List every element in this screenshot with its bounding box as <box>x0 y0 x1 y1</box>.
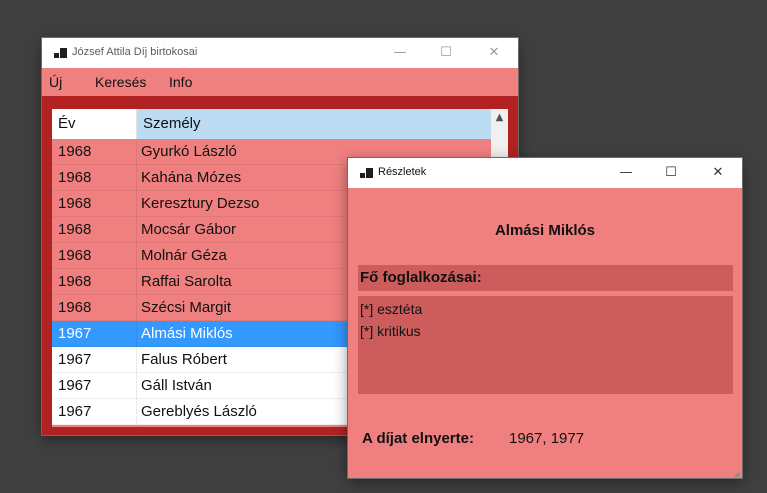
cell-ev: 1968 <box>58 169 92 186</box>
award-label: A díjat elnyerte: <box>362 430 474 447</box>
person-name: Almási Miklós <box>494 222 596 239</box>
cell-ev: 1968 <box>58 221 92 238</box>
column-divider <box>136 217 137 243</box>
menu-info[interactable]: Info <box>169 74 192 90</box>
details-window-title: Részletek <box>378 166 427 178</box>
details-body: Almási Miklós Fő foglalkozásai: [*] eszt… <box>348 188 742 478</box>
column-divider <box>136 399 137 425</box>
column-divider <box>136 269 137 295</box>
occupation-item: [*] kritikus <box>360 323 421 339</box>
main-maximize-button[interactable]: ☐ <box>424 38 468 68</box>
menu-uj[interactable]: Új <box>49 74 62 90</box>
resize-grip-icon[interactable]: ◢ <box>734 470 740 478</box>
cell-szemely: Kahána Mózes <box>141 169 242 186</box>
cell-szemely: Falus Róbert <box>141 351 227 368</box>
main-close-button[interactable]: ✕ <box>472 38 516 68</box>
column-divider <box>136 321 137 347</box>
cell-ev: 1967 <box>58 351 92 368</box>
scroll-up-arrow-icon[interactable]: ▲ <box>491 109 508 126</box>
app-icon <box>54 48 67 59</box>
occupations-header: Fő foglalkozásai: <box>358 265 733 291</box>
award-years: 1967, 1977 <box>509 430 585 447</box>
cell-ev: 1968 <box>58 273 92 290</box>
cell-szemely: Mocsár Gábor <box>141 221 237 238</box>
list-header: Év Személy <box>52 109 508 139</box>
occupations-label: Fő foglalkozásai: <box>360 269 482 286</box>
cell-szemely: Szécsi Margit <box>141 299 232 316</box>
column-header-ev[interactable]: Év <box>52 109 137 139</box>
cell-ev: 1967 <box>58 403 92 420</box>
cell-szemely: Almási Miklós <box>141 325 233 342</box>
cell-ev: 1968 <box>58 195 92 212</box>
column-divider <box>136 139 137 165</box>
menu-bar: Új Keresés Info <box>42 68 518 96</box>
cell-ev: 1968 <box>58 143 92 160</box>
cell-szemely: Raffai Sarolta <box>141 273 232 290</box>
details-title-bar[interactable]: Részletek — ☐ ✕ <box>348 158 742 188</box>
column-header-szemely[interactable]: Személy <box>137 109 491 139</box>
cell-ev: 1968 <box>58 247 92 264</box>
cell-szemely: Gáll István <box>141 377 212 394</box>
column-divider <box>136 243 137 269</box>
cell-ev: 1968 <box>58 299 92 316</box>
occupation-item: [*] esztéta <box>360 301 423 317</box>
main-minimize-button[interactable]: — <box>378 38 422 68</box>
menu-kereses[interactable]: Keresés <box>95 74 146 90</box>
cell-ev: 1967 <box>58 377 92 394</box>
cell-ev: 1967 <box>58 325 92 342</box>
column-divider <box>136 191 137 217</box>
column-divider <box>136 295 137 321</box>
cell-szemely: Gereblyés László <box>141 403 257 420</box>
cell-szemely: Gyurkó László <box>141 143 237 160</box>
details-minimize-button[interactable]: — <box>604 158 648 188</box>
details-maximize-button[interactable]: ☐ <box>649 158 693 188</box>
main-title-bar[interactable]: József Attila Díj birtokosai — ☐ ✕ <box>42 38 518 68</box>
occupations-list: [*] esztéta [*] kritikus <box>358 296 733 394</box>
cell-szemely: Molnár Géza <box>141 247 227 264</box>
column-divider <box>136 165 137 191</box>
details-close-button[interactable]: ✕ <box>696 158 740 188</box>
main-window-title: József Attila Díj birtokosai <box>72 46 198 58</box>
column-divider <box>136 373 137 399</box>
cell-szemely: Keresztury Dezso <box>141 195 260 212</box>
details-window: Részletek — ☐ ✕ Almási Miklós Fő foglalk… <box>348 158 742 478</box>
column-divider <box>136 347 137 373</box>
details-app-icon <box>360 168 373 179</box>
